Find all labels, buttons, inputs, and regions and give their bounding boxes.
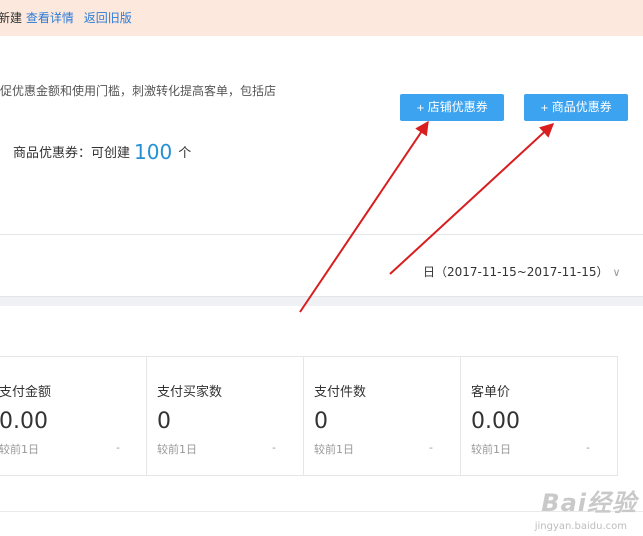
stat-card-items: 支付件数 0 较前1日 - (303, 356, 461, 476)
coupon-quota: 商品优惠券：可创建 100 个 (13, 140, 191, 164)
watermark-url: jingyan.baidu.com (534, 521, 627, 532)
back-to-old-version-link[interactable]: 返回旧版 (84, 11, 132, 25)
stat-compare: 较前1日 (314, 443, 354, 456)
stat-value: 0 (157, 409, 171, 434)
quota-label: 商品优惠券：可创建 (13, 146, 131, 161)
shop-coupon-button[interactable]: + 店铺优惠券 (400, 94, 504, 121)
stat-value: 0 (314, 409, 328, 434)
plus-icon: + (416, 103, 425, 114)
shop-coupon-label: 店铺优惠券 (427, 100, 488, 114)
watermark-logo: Bai经验 jingyan.baidu.com (519, 483, 637, 532)
product-coupon-button[interactable]: + 商品优惠券 (524, 94, 628, 121)
notice-label: 新建 (0, 11, 23, 25)
stat-compare: 较前1日 (157, 443, 197, 456)
stat-card-payment-amount: 支付金额 0.00 较前1日 - (0, 356, 148, 476)
chevron-down-icon: ∨ (612, 266, 621, 279)
product-coupon-label: 商品优惠券 (551, 100, 612, 114)
plus-icon: + (540, 103, 549, 114)
date-range-label: 日（2017-11-15~2017-11-15） (423, 265, 609, 279)
stat-change: - (429, 441, 433, 454)
arrow-to-product-coupon (389, 123, 555, 275)
stat-card-buyers: 支付买家数 0 较前1日 - (146, 356, 304, 476)
divider (0, 234, 643, 235)
notice-bar: 新建 查看详情 返回旧版 (0, 0, 643, 36)
stat-title: 支付件数 (314, 385, 367, 400)
stat-title: 客单价 (471, 385, 511, 400)
stat-compare: 较前1日 (0, 443, 39, 456)
stat-change: - (116, 441, 120, 454)
stat-value: 0.00 (471, 409, 520, 434)
stat-title: 支付买家数 (157, 385, 223, 400)
quota-unit: 个 (178, 146, 192, 161)
stat-value: 0.00 (0, 409, 48, 434)
stat-change: - (586, 441, 590, 454)
date-range-selector[interactable]: 日（2017-11-15~2017-11-15） ∨ (423, 263, 621, 280)
watermark-text: Bai经验 (541, 489, 637, 517)
stat-compare: 较前1日 (471, 443, 511, 456)
coupon-description: 促优惠金额和使用门槛，刺激转化提高客单，包括店 (0, 84, 277, 98)
stat-title: 支付金额 (0, 385, 52, 400)
section-separator (0, 296, 643, 306)
stat-card-avg-order: 客单价 0.00 较前1日 - (460, 356, 618, 476)
view-details-link[interactable]: 查看详情 (26, 11, 74, 25)
arrow-to-shop-coupon (299, 120, 429, 313)
quota-count: 100 (134, 140, 173, 164)
stat-change: - (272, 441, 276, 454)
notice-text: 新建 查看详情 返回旧版 (0, 10, 132, 26)
